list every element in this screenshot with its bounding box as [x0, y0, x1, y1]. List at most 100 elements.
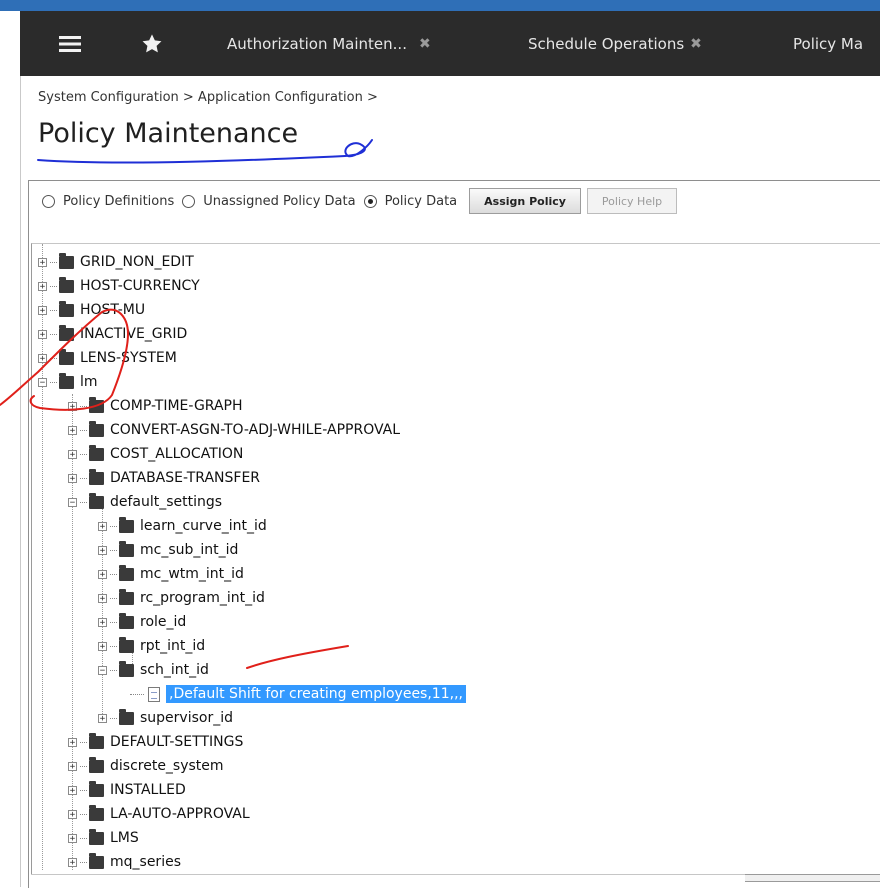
expand-icon[interactable]: + — [38, 281, 47, 291]
node-label: role_id — [140, 614, 187, 630]
expand-icon[interactable]: + — [68, 809, 77, 819]
expand-icon[interactable]: + — [38, 257, 47, 267]
node-label: LMS — [110, 830, 139, 846]
node-label: supervisor_id — [140, 710, 233, 726]
tree-node[interactable]: − sch_int_id — [98, 660, 209, 680]
tree-node[interactable]: + HOST-CURRENCY — [38, 276, 200, 296]
tab-policy-maintenance[interactable]: Policy Ma — [793, 11, 880, 76]
expand-icon[interactable]: + — [68, 473, 77, 483]
expand-icon[interactable]: + — [98, 569, 107, 579]
expand-icon[interactable]: + — [98, 641, 107, 651]
expand-icon[interactable]: + — [68, 737, 77, 747]
tab-schedule-operations[interactable]: Schedule Operations ✖ — [528, 11, 768, 76]
expand-icon[interactable]: + — [38, 305, 47, 315]
close-icon[interactable]: ✖ — [690, 36, 702, 52]
expand-icon[interactable]: + — [98, 521, 107, 531]
radio-label[interactable]: Unassigned Policy Data — [203, 194, 355, 209]
breadcrumb[interactable]: System Configuration > Application Confi… — [38, 90, 378, 105]
radio-unassigned-policy-data[interactable] — [182, 194, 196, 208]
tree-node[interactable]: + INACTIVE_GRID — [38, 324, 187, 344]
expand-icon[interactable]: + — [98, 545, 107, 555]
menu-button[interactable] — [40, 11, 100, 76]
close-icon[interactable]: ✖ — [419, 36, 431, 52]
tree-node[interactable]: + mc_sub_int_id — [98, 540, 238, 560]
folder-icon — [119, 660, 134, 677]
tree-node[interactable]: + discrete_system — [68, 756, 224, 776]
folder-icon — [59, 324, 74, 341]
node-label: default_settings — [110, 494, 223, 510]
tree-node[interactable]: + mc_wtm_int_id — [98, 564, 244, 584]
hamburger-icon — [59, 35, 81, 52]
tree-node[interactable]: + DATABASE-TRANSFER — [68, 468, 260, 488]
folder-icon — [89, 780, 104, 797]
folder-icon — [89, 732, 104, 749]
node-label: DATABASE-TRANSFER — [110, 470, 261, 486]
node-label: sch_int_id — [140, 662, 209, 678]
expand-icon[interactable]: + — [38, 329, 47, 339]
collapse-icon[interactable]: − — [98, 665, 107, 675]
radio-policy-definitions[interactable] — [42, 194, 55, 208]
content-left-border — [20, 76, 21, 887]
node-label: discrete_system — [110, 758, 224, 774]
folder-icon — [89, 828, 104, 845]
tree-node[interactable]: + GRID_NON_EDIT — [38, 252, 194, 272]
star-icon — [142, 33, 162, 52]
tree-node[interactable]: + INSTALLED — [68, 780, 186, 800]
radio-policy-data[interactable] — [363, 194, 377, 208]
tree-leaf-selected[interactable]: ,Default Shift for creating employees,11… — [130, 684, 466, 704]
node-label: COST_ALLOCATION — [110, 446, 244, 462]
collapse-icon[interactable]: − — [38, 377, 47, 387]
tree-node[interactable]: + supervisor_id — [98, 708, 233, 728]
node-label: learn_curve_int_id — [140, 518, 267, 534]
radio-label[interactable]: Policy Data — [385, 194, 458, 209]
folder-icon — [119, 516, 134, 533]
assign-policy-button[interactable]: Assign Policy — [469, 188, 581, 214]
tree-node[interactable]: + mq_series — [68, 852, 181, 872]
tree-node[interactable]: + LA-AUTO-APPROVAL — [68, 804, 250, 824]
tree-node[interactable]: + rpt_int_id — [98, 636, 205, 656]
folder-icon — [119, 612, 134, 629]
expand-icon[interactable]: + — [68, 401, 77, 411]
tab-bar: Authorization Mainten... ✖ Schedule Oper… — [20, 11, 880, 76]
tree-node[interactable]: + COMP-TIME-GRAPH — [68, 396, 243, 416]
tree-node[interactable]: + LMS — [68, 828, 139, 848]
tab-authorization-maintenance[interactable]: Authorization Mainten... ✖ — [227, 11, 502, 76]
expand-icon[interactable]: + — [68, 449, 77, 459]
policy-help-button[interactable]: Policy Help — [586, 188, 678, 214]
tree-node[interactable]: + DEFAULT-SETTINGS — [68, 732, 243, 752]
tree-node[interactable]: − lm — [38, 372, 98, 392]
expand-icon[interactable]: + — [68, 785, 77, 795]
tree-node[interactable]: + role_id — [98, 612, 186, 632]
left-margin — [0, 11, 20, 887]
expand-icon[interactable]: + — [98, 617, 107, 627]
folder-icon — [59, 276, 74, 293]
expand-icon[interactable]: + — [68, 857, 77, 867]
page-title: Policy Maintenance — [38, 118, 299, 149]
expand-icon[interactable]: + — [68, 761, 77, 771]
expand-icon[interactable]: + — [68, 833, 77, 843]
expand-icon[interactable]: + — [68, 425, 77, 435]
expand-icon[interactable]: + — [98, 713, 107, 723]
tab-label: Authorization Mainten... — [227, 34, 407, 53]
tree-node[interactable]: + learn_curve_int_id — [98, 516, 267, 536]
node-label: mc_sub_int_id — [140, 542, 239, 558]
expand-icon[interactable]: + — [98, 593, 107, 603]
tree-node[interactable]: + COST_ALLOCATION — [68, 444, 243, 464]
node-label: mq_series — [110, 854, 181, 870]
horizontal-scrollbar[interactable] — [745, 874, 880, 882]
tree-node[interactable]: + LENS-SYSTEM — [38, 348, 177, 368]
node-label: INACTIVE_GRID — [80, 326, 188, 342]
tree-node[interactable]: + HOST-MU — [38, 300, 145, 320]
node-label: GRID_NON_EDIT — [80, 254, 194, 270]
favorites-button[interactable] — [122, 11, 182, 76]
radio-label[interactable]: Policy Definitions — [63, 194, 174, 209]
expand-icon[interactable]: + — [38, 353, 47, 363]
tree-node[interactable]: − default_settings — [68, 492, 222, 512]
tree-node[interactable]: + CONVERT-ASGN-TO-ADJ-WHILE-APPROVAL — [68, 420, 400, 440]
collapse-icon[interactable]: − — [68, 497, 77, 507]
tree-node[interactable]: + rc_program_int_id — [98, 588, 265, 608]
folder-icon — [89, 396, 104, 413]
folder-icon — [119, 636, 134, 653]
tab-label: Schedule Operations — [528, 34, 685, 53]
policy-tree[interactable]: + GRID_NON_EDIT + HOST-CURRENCY + HOST-MU +… — [31, 243, 880, 875]
